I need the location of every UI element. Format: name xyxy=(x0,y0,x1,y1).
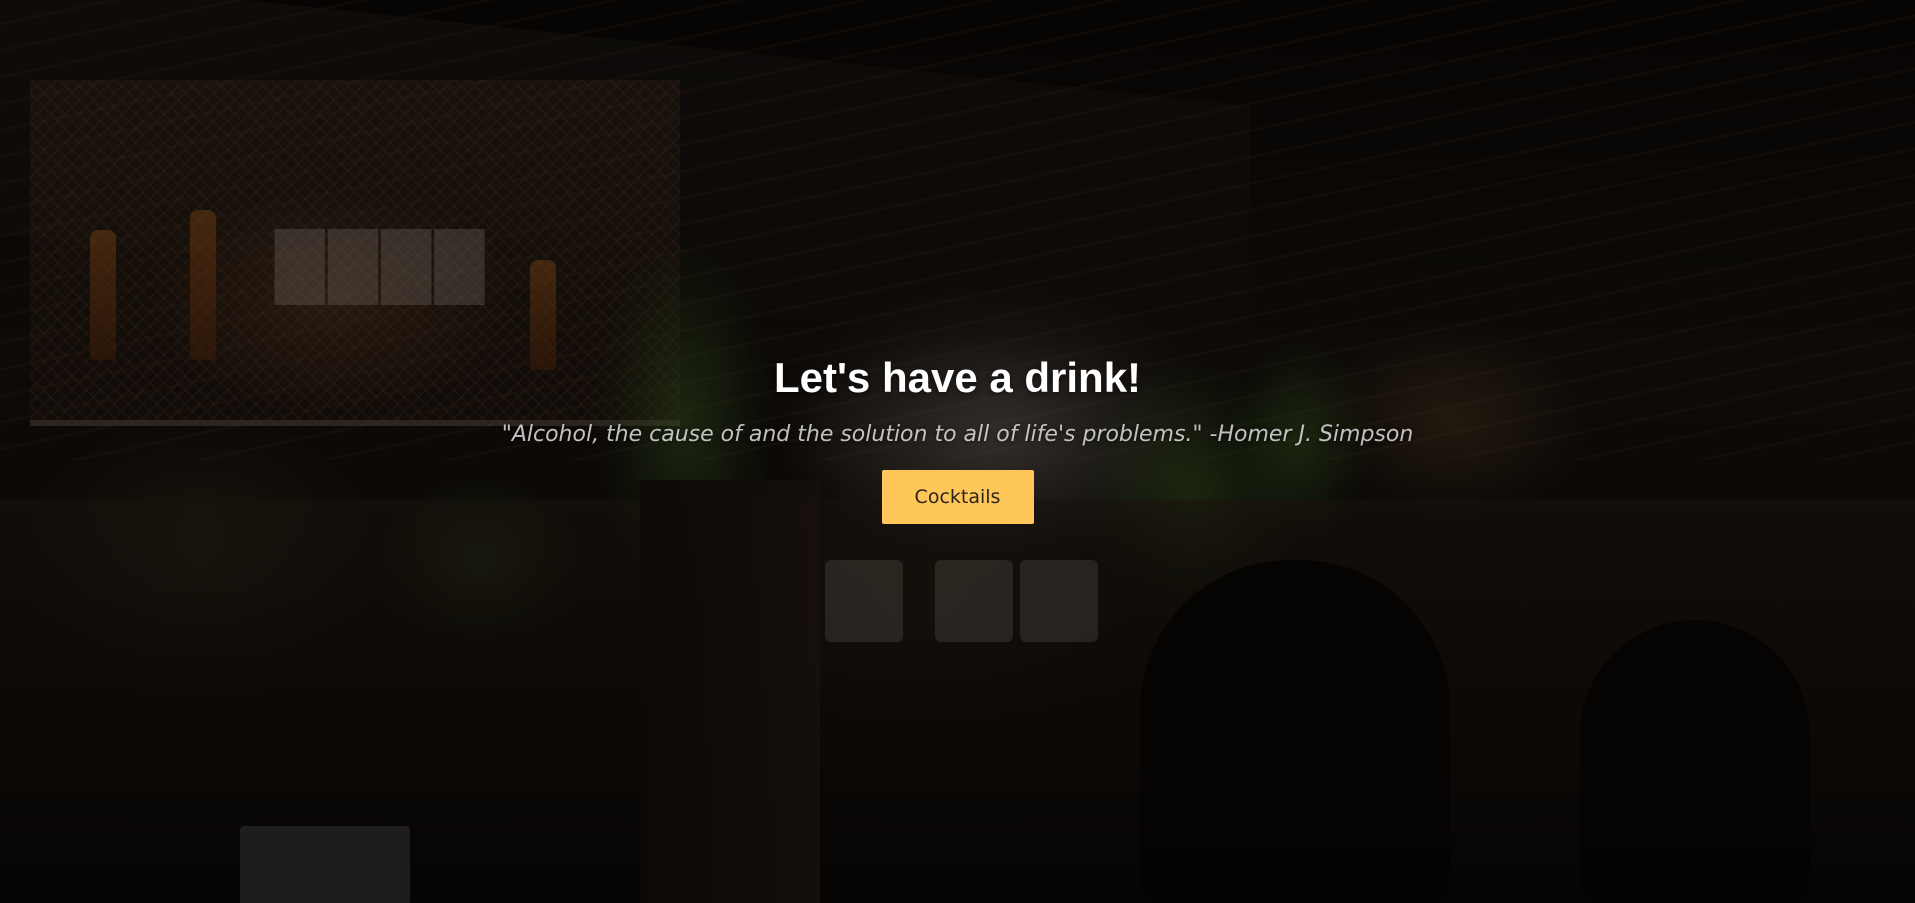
cocktails-button[interactable]: Cocktails xyxy=(881,470,1034,524)
hero-section: ████ Let's have a drink! "Alcohol, the c… xyxy=(0,0,1915,903)
hero-title: Let's have a drink! xyxy=(773,354,1142,401)
hero-quote: "Alcohol, the cause of and the solution … xyxy=(501,422,1414,447)
hero-content: Let's have a drink! "Alcohol, the cause … xyxy=(0,350,1915,524)
